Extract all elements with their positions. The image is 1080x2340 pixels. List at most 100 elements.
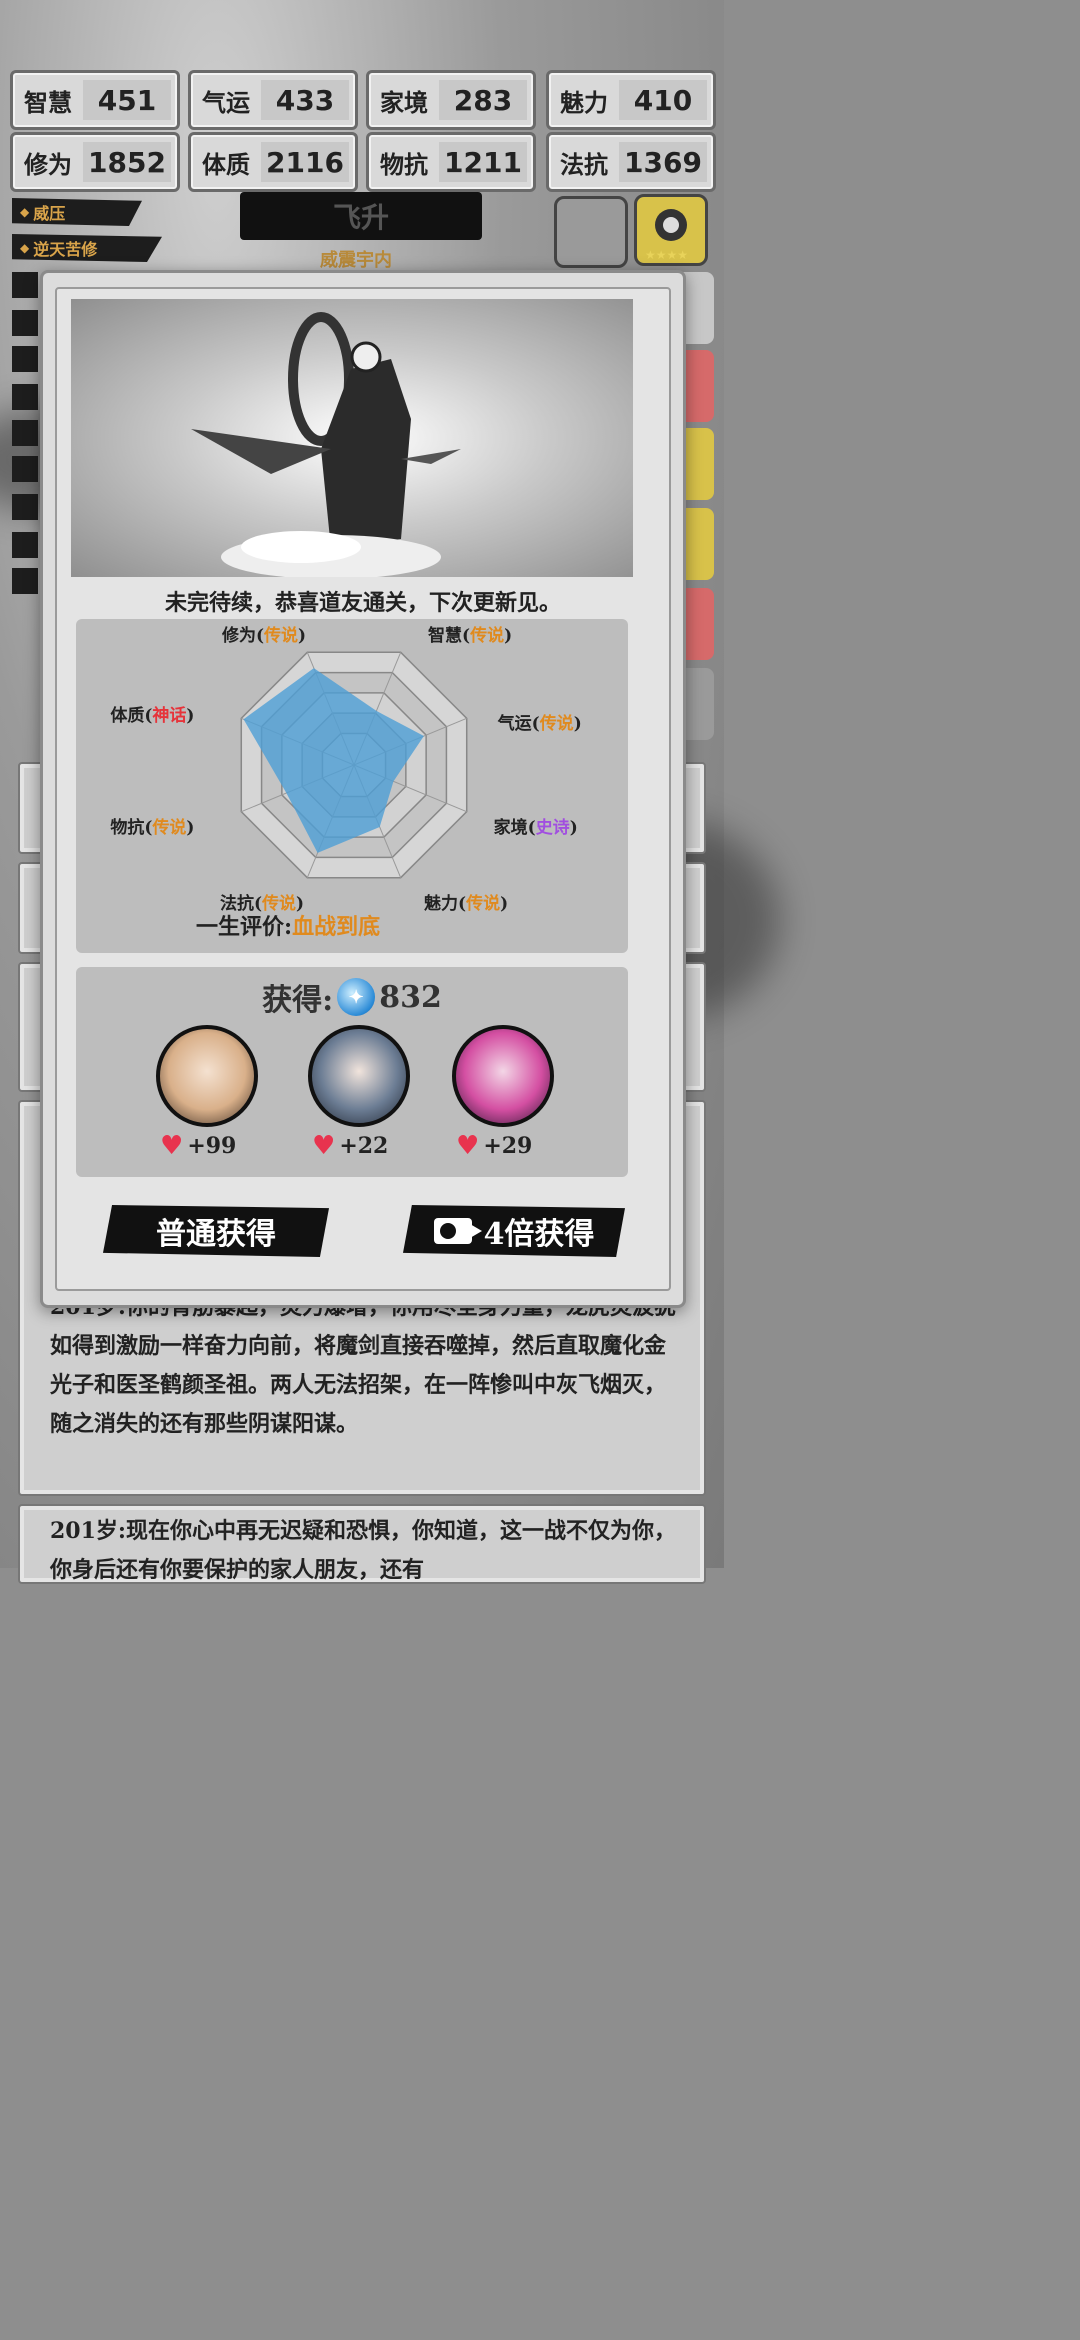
trait-tag[interactable]: ◆ 威压 bbox=[12, 198, 142, 226]
reward-summary: 获得: ✦ 832 bbox=[76, 975, 628, 1019]
attribute-quality: 传说 bbox=[152, 818, 187, 839]
favor-value: +22 bbox=[339, 1133, 389, 1159]
attribute-name: 魅力 bbox=[424, 893, 459, 914]
companion-portrait[interactable] bbox=[308, 1025, 410, 1127]
log-age: 201岁: bbox=[50, 1518, 127, 1544]
favor-gain: ♥ +29 bbox=[456, 1131, 532, 1161]
radar-axis-label: 物抗(传说) bbox=[110, 818, 195, 839]
trait-tag-hidden bbox=[12, 384, 38, 410]
attribute-name: 家境 bbox=[493, 818, 528, 839]
stat-label: 修为 bbox=[24, 149, 72, 179]
stat-label: 魅力 bbox=[560, 87, 608, 117]
attribute-name: 体质 bbox=[110, 705, 145, 726]
stat-constitution: 体质 2116 bbox=[188, 132, 358, 192]
radar-axis-label: 气运(传说) bbox=[497, 713, 582, 734]
attribute-name: 物抗 bbox=[110, 818, 145, 839]
heart-icon: ♥ bbox=[160, 1131, 184, 1161]
realm-subtitle: 威震宇内 bbox=[320, 250, 392, 271]
attribute-quality: 史诗 bbox=[535, 818, 570, 839]
trait-label: 逆天苦修 bbox=[33, 240, 98, 259]
realm-title: 飞升 bbox=[240, 192, 482, 240]
reward-amount: 832 bbox=[379, 979, 442, 1015]
heart-icon: ♥ bbox=[456, 1131, 480, 1161]
stat-luck: 气运 433 bbox=[188, 70, 358, 130]
stat-label: 家境 bbox=[380, 87, 428, 117]
log-entry: 201岁:你的青筋暴起，灵力爆增，你用尽全身力量，龙虎灵波犹如得到激励一样奋力向… bbox=[50, 1288, 684, 1444]
trait-tag-hidden bbox=[12, 272, 38, 298]
attribute-quality: 传说 bbox=[470, 626, 505, 647]
radar-axis-label: 体质(神话) bbox=[110, 705, 195, 726]
trait-tag-hidden bbox=[12, 456, 38, 482]
stat-value: 433 bbox=[261, 80, 349, 120]
favor-value: +29 bbox=[483, 1133, 533, 1159]
attribute-name: 气运 bbox=[497, 713, 532, 734]
trait-tag-hidden bbox=[12, 346, 38, 372]
ascension-artwork bbox=[71, 299, 633, 579]
trait-tag-hidden bbox=[12, 420, 38, 446]
equipment-slot-artifact[interactable]: ★★★★ bbox=[634, 194, 708, 266]
stat-label: 智慧 bbox=[24, 87, 72, 117]
attribute-radar-chart bbox=[240, 651, 468, 879]
trait-tag-hidden bbox=[12, 310, 38, 336]
stat-label: 法抗 bbox=[560, 149, 608, 179]
log-entry: 201岁:现在你心中再无迟疑和恐惧，你知道，这一战不仅为你，你身后还有你要保护的… bbox=[50, 1512, 684, 1590]
equipment-slot-empty[interactable] bbox=[554, 196, 628, 268]
attribute-quality: 传说 bbox=[539, 713, 574, 734]
stat-magic-resist: 法抗 1369 bbox=[546, 132, 716, 192]
companion-portrait[interactable] bbox=[156, 1025, 258, 1127]
life-evaluation: 一生评价:血战到底 bbox=[196, 909, 380, 941]
ascension-modal: 未完待续，恭喜道友通关，下次更新见。 修为(传说) 智慧(传说) 气运(传说) 家境(… bbox=[40, 270, 686, 1308]
radar-axis-label: 智慧(传说) bbox=[428, 626, 513, 647]
immortal-illustration bbox=[191, 312, 461, 579]
companion-portrait[interactable] bbox=[452, 1025, 554, 1127]
video-claim-label: 4倍获得 bbox=[483, 1217, 595, 1252]
stat-value: 410 bbox=[619, 80, 707, 120]
video-camera-icon bbox=[433, 1218, 482, 1244]
trait-label: 威压 bbox=[33, 204, 66, 223]
spirit-stone-icon: ✦ bbox=[337, 978, 376, 1016]
trait-tag-hidden bbox=[12, 568, 38, 594]
reward-panel: 获得: ✦ 832 ♥ +99 ♥ +22 ♥ +29 bbox=[76, 967, 628, 1177]
stat-cultivation: 修为 1852 bbox=[10, 132, 180, 192]
favor-gain: ♥ +22 bbox=[312, 1131, 388, 1161]
attribute-quality: 神话 bbox=[152, 705, 187, 726]
trait-tag[interactable]: ◆ 逆天苦修 bbox=[12, 234, 162, 262]
artifact-icon: ★★★★ bbox=[645, 209, 688, 262]
stat-label: 体质 bbox=[202, 149, 250, 179]
video-4x-claim-button[interactable]: 4倍获得 bbox=[403, 1205, 625, 1257]
attribute-radar-panel: 修为(传说) 智慧(传说) 气运(传说) 家境(史诗) 魅力(传说) 法抗(传说) 物抗(传… bbox=[76, 619, 628, 953]
attribute-name: 智慧 bbox=[428, 626, 463, 647]
stat-value: 2116 bbox=[261, 142, 349, 182]
stat-charm: 魅力 410 bbox=[546, 70, 716, 130]
diamond-icon: ◆ bbox=[20, 205, 30, 219]
reward-label: 获得: bbox=[262, 983, 334, 1018]
log-text: 你的青筋暴起，灵力爆增，你用尽全身力量，龙虎灵波犹如得到激励一样奋力向前，将魔剑… bbox=[50, 1294, 676, 1437]
stat-label: 气运 bbox=[202, 87, 250, 117]
normal-claim-button[interactable]: 普通获得 bbox=[103, 1205, 329, 1257]
attribute-quality: 传说 bbox=[264, 626, 298, 647]
favor-gain: ♥ +99 bbox=[160, 1131, 236, 1161]
radar-axis-label: 魅力(传说) bbox=[424, 893, 509, 914]
radar-axis-label: 家境(史诗) bbox=[493, 818, 578, 839]
stat-value: 1852 bbox=[83, 142, 171, 182]
trait-tag-hidden bbox=[12, 532, 38, 558]
diamond-icon: ◆ bbox=[20, 241, 30, 255]
evaluation-label: 一生评价: bbox=[196, 914, 293, 940]
stat-value: 1369 bbox=[619, 142, 707, 182]
normal-claim-label: 普通获得 bbox=[156, 1217, 276, 1252]
stat-wisdom: 智慧 451 bbox=[10, 70, 180, 130]
stat-physical-resist: 物抗 1211 bbox=[366, 132, 536, 192]
heart-icon: ♥ bbox=[312, 1131, 336, 1161]
radar-axis-label: 修为(传说) bbox=[221, 626, 307, 647]
favor-value: +99 bbox=[187, 1133, 237, 1159]
stat-family: 家境 283 bbox=[366, 70, 536, 130]
evaluation-value: 血战到底 bbox=[292, 914, 381, 940]
stat-value: 1211 bbox=[439, 142, 527, 182]
stat-label: 物抗 bbox=[380, 149, 428, 179]
log-panel: 201岁:现在你心中再无迟疑和恐惧，你知道，这一战不仅为你，你身后还有你要保护的… bbox=[18, 1504, 706, 1584]
trait-tag-hidden bbox=[12, 494, 38, 520]
completion-message: 未完待续，恭喜道友通关，下次更新见。 bbox=[164, 590, 561, 616]
stat-value: 283 bbox=[439, 80, 527, 120]
log-text: 现在你心中再无迟疑和恐惧，你知道，这一战不仅为你，你身后还有你要保护的家人朋友，… bbox=[50, 1518, 677, 1583]
attribute-name: 修为 bbox=[221, 626, 256, 647]
